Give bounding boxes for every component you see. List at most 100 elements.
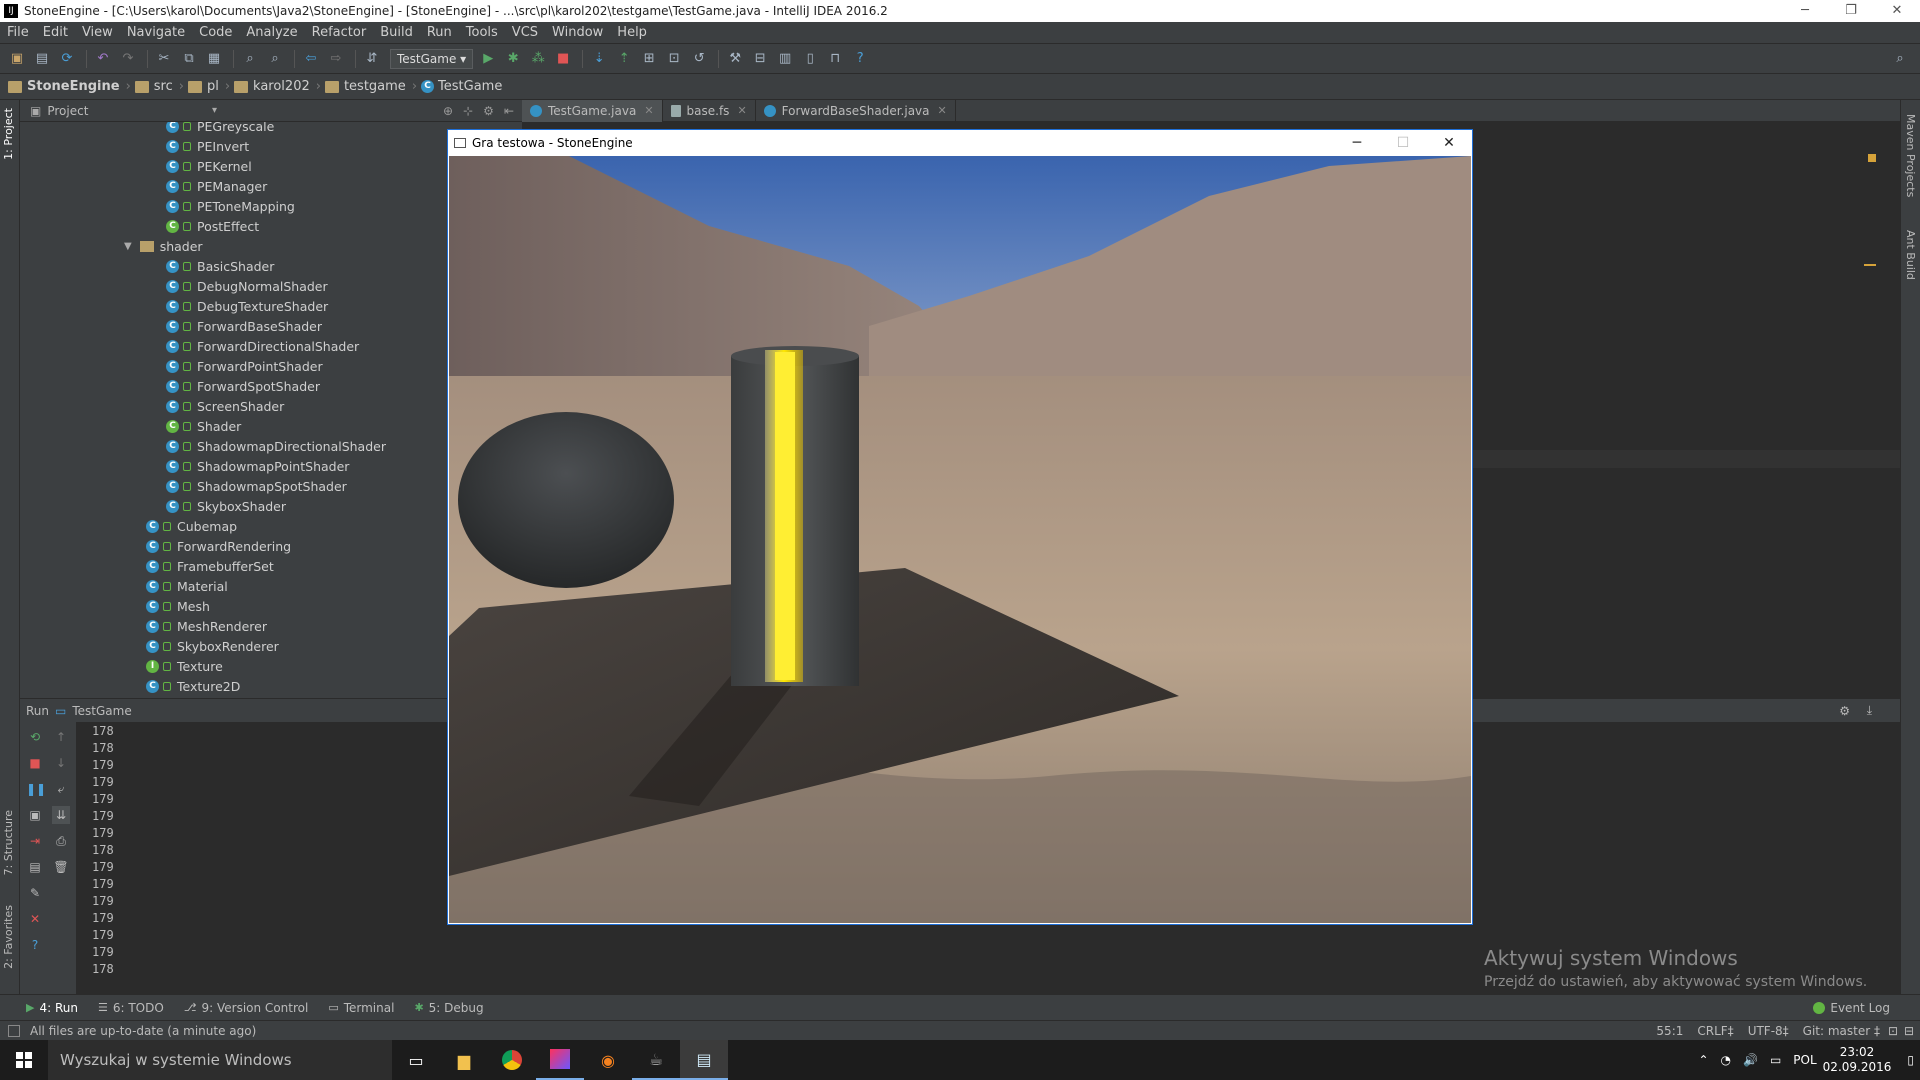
tree-folder[interactable]: ▼ shader	[124, 236, 203, 256]
scroll-down-icon[interactable]: ↓	[52, 754, 70, 772]
menu-build[interactable]: Build	[373, 25, 420, 40]
close-tab-icon[interactable]: ✕	[737, 104, 746, 117]
scroll-from-source-icon[interactable]: ⊕	[443, 104, 453, 118]
project-view-select[interactable]: Project	[47, 104, 88, 118]
git-branch[interactable]: Git: master ‡	[1803, 1024, 1880, 1038]
run-config-select[interactable]: TestGame ▾	[390, 48, 474, 69]
search-everywhere-icon[interactable]: ⌕	[1889, 48, 1911, 70]
back-icon[interactable]: ⇦	[300, 48, 322, 70]
replace-icon[interactable]: ⌕	[264, 48, 286, 70]
chrome-icon[interactable]	[488, 1040, 536, 1080]
exit-icon[interactable]: ⇥	[26, 832, 44, 850]
tab-todo[interactable]: ☰ 6: TODO	[98, 1001, 164, 1015]
tab-terminal[interactable]: ▭ Terminal	[328, 1001, 394, 1015]
menu-navigate[interactable]: Navigate	[120, 25, 192, 40]
expand-arrow-icon[interactable]: ▼	[124, 241, 132, 252]
volume-icon[interactable]: 🔊	[1743, 1053, 1758, 1067]
close-tab-icon[interactable]: ✕	[938, 104, 947, 117]
tree-item[interactable]: C SkyboxRenderer	[146, 636, 279, 656]
soft-wrap-icon[interactable]: ⤶	[52, 780, 70, 798]
line-separator[interactable]: CRLF‡	[1697, 1024, 1733, 1038]
menu-view[interactable]: View	[75, 25, 120, 40]
caret-position[interactable]: 55:1	[1656, 1024, 1683, 1038]
tree-item[interactable]: C Material	[146, 576, 228, 596]
coverage-icon[interactable]: ⁂	[527, 48, 549, 70]
tree-item[interactable]: C ForwardDirectionalShader	[166, 336, 359, 356]
file-encoding[interactable]: UTF-8‡	[1748, 1024, 1789, 1038]
stop-icon[interactable]: ■	[26, 754, 44, 772]
clear-all-icon[interactable]: 🗑	[52, 858, 70, 876]
tab-testgame-java[interactable]: TestGame.java ✕	[522, 99, 663, 122]
tree-item[interactable]: C PostEffect	[166, 216, 259, 236]
project-structure-icon[interactable]: ⊟	[749, 48, 771, 70]
breadcrumb-karol202[interactable]: karol202 ›	[234, 79, 321, 94]
action-center-icon[interactable]: ▯	[1907, 1053, 1914, 1067]
menu-run[interactable]: Run	[420, 25, 459, 40]
menu-edit[interactable]: Edit	[36, 25, 75, 40]
run-icon[interactable]: ▶	[477, 48, 499, 70]
tree-item[interactable]: C ForwardBaseShader	[166, 316, 322, 336]
menu-refactor[interactable]: Refactor	[305, 25, 374, 40]
print-icon[interactable]: ⎙	[52, 832, 70, 850]
menu-window[interactable]: Window	[545, 25, 610, 40]
chevron-up-icon[interactable]: ⌃	[1698, 1053, 1708, 1067]
tree-item[interactable]: C DebugNormalShader	[166, 276, 328, 296]
open-folder-icon[interactable]: ▣	[6, 48, 28, 70]
close-icon[interactable]: ✕	[26, 910, 44, 928]
android-icon[interactable]: ⊓	[824, 48, 846, 70]
tab-maven-projects[interactable]: Maven Projects	[1904, 114, 1917, 197]
undo-icon[interactable]: ↶	[92, 48, 114, 70]
taskbar-search[interactable]: Wyszukaj w systemie Windows	[48, 1040, 392, 1080]
scroll-up-icon[interactable]: ↑	[52, 728, 70, 746]
pin-icon[interactable]: ✎	[26, 884, 44, 902]
language-indicator[interactable]: POL	[1793, 1053, 1816, 1067]
tree-item[interactable]: C ForwardSpotShader	[166, 376, 320, 396]
tree-item[interactable]: I Texture	[146, 656, 223, 676]
scroll-to-end-icon[interactable]: ⇊	[52, 806, 70, 824]
tree-item[interactable]: C PEKernel	[166, 156, 252, 176]
tab-structure[interactable]: 7: Structure	[2, 810, 15, 875]
menu-tools[interactable]: Tools	[459, 25, 505, 40]
blender-icon[interactable]: ◉	[584, 1040, 632, 1080]
notifications-icon[interactable]: ▭	[1770, 1053, 1781, 1067]
breadcrumb-project[interactable]: StoneEngine ›	[8, 79, 131, 94]
tree-item[interactable]: C SkyboxShader	[166, 496, 286, 516]
status-toggle-icon[interactable]	[8, 1024, 20, 1037]
dump-threads-icon[interactable]: ▣	[26, 806, 44, 824]
maximize-button[interactable]: ☐	[1380, 130, 1426, 156]
menu-code[interactable]: Code	[192, 25, 239, 40]
pause-icon[interactable]: ❚❚	[26, 780, 46, 798]
vcs-compare-icon[interactable]: ⊞	[638, 48, 660, 70]
settings-icon[interactable]: ⚒	[724, 48, 746, 70]
vcs-revert-icon[interactable]: ↺	[688, 48, 710, 70]
tree-item[interactable]: C ForwardRendering	[146, 536, 291, 556]
rerun-icon[interactable]: ⟲	[26, 728, 44, 746]
sdk-manager-icon[interactable]: ▥	[774, 48, 796, 70]
menu-help[interactable]: Help	[610, 25, 654, 40]
tree-item[interactable]: C ForwardPointShader	[166, 356, 323, 376]
tree-item[interactable]: C PEToneMapping	[166, 196, 295, 216]
cut-icon[interactable]: ✂	[153, 48, 175, 70]
close-button[interactable]: ✕	[1874, 0, 1920, 22]
tree-item[interactable]: C ShadowmapPointShader	[166, 456, 349, 476]
breadcrumb-src[interactable]: src ›	[134, 79, 184, 94]
vcs-update-icon[interactable]: ⇣	[588, 48, 610, 70]
tab-project[interactable]: 1: Project	[2, 108, 15, 160]
hide-panel-icon[interactable]: ⤓	[1867, 703, 1872, 718]
avd-manager-icon[interactable]: ▯	[799, 48, 821, 70]
redo-icon[interactable]: ↷	[117, 48, 139, 70]
java-app-icon[interactable]: ☕	[632, 1040, 680, 1080]
paste-icon[interactable]: ▦	[203, 48, 225, 70]
tab-base-fs[interactable]: base.fs ✕	[663, 99, 756, 122]
save-all-icon[interactable]: ▤	[31, 48, 53, 70]
tree-item[interactable]: C MeshRenderer	[146, 616, 267, 636]
tree-item[interactable]: C BasicShader	[166, 256, 274, 276]
game-window[interactable]: Gra testowa - StoneEngine ─ ☐ ✕	[447, 129, 1473, 925]
tab-favorites[interactable]: 2: Favorites	[2, 905, 15, 969]
vcs-history-icon[interactable]: ⊡	[663, 48, 685, 70]
stop-icon[interactable]: ■	[552, 48, 574, 70]
lock-icon[interactable]: ⊡	[1888, 1024, 1898, 1038]
tree-item[interactable]: C PEInvert	[166, 136, 249, 156]
copy-icon[interactable]: ⧉	[178, 48, 200, 70]
breadcrumb-testgame[interactable]: testgame ›	[324, 79, 417, 94]
